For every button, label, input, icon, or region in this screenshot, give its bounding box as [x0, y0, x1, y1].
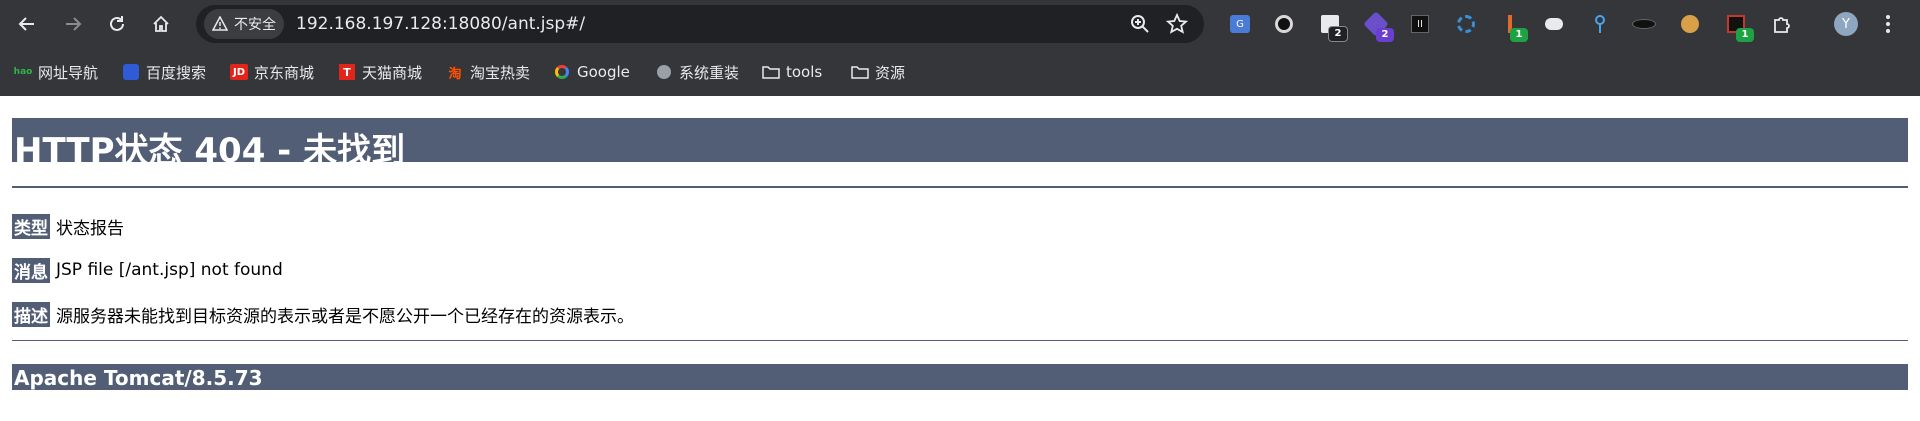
- info-label: 描述: [12, 301, 50, 327]
- bookmark-label: tools: [786, 63, 823, 81]
- info-label: 类型: [12, 213, 50, 239]
- bookmark-star-icon[interactable]: [1165, 12, 1189, 39]
- bookmark-reinstall[interactable]: 系统重装: [655, 59, 739, 85]
- info-row-description: 描述 源服务器未能找到目标资源的表示或者是不愿公开一个已经存在的资源表示。: [12, 301, 634, 327]
- info-value: 状态报告: [56, 218, 124, 239]
- bookmark-label: 系统重装: [679, 63, 740, 82]
- warning-icon: [212, 16, 228, 31]
- shield-extension-icon[interactable]: 2: [1363, 11, 1394, 42]
- folder-icon: [851, 63, 869, 81]
- divider: [12, 186, 1908, 188]
- reload-icon: [110, 16, 124, 31]
- puzzle-tile-extension-icon[interactable]: 2: [1318, 12, 1348, 42]
- page-title-bar: HTTP状态 404 - 未找到: [12, 118, 1908, 171]
- address-bar[interactable]: 不安全 192.168.197.128:18080/ant.jsp#/: [196, 5, 1204, 43]
- tmall-icon: T: [338, 63, 356, 81]
- forward-arrow-icon: [66, 17, 82, 31]
- bookmark-label: 淘宝热卖: [470, 63, 531, 82]
- back-arrow-icon: [18, 17, 34, 31]
- bookmarks-bar: hao 网址导航 百度搜索 JD 京东商城 T 天猫商城 淘 淘宝热卖 Goog…: [0, 48, 1920, 96]
- hat-extension-icon[interactable]: [1632, 12, 1656, 36]
- extension-badge: 2: [1328, 26, 1348, 42]
- bookmark-tmall[interactable]: T 天猫商城: [338, 59, 422, 85]
- cloud-extension-icon[interactable]: [1542, 12, 1566, 36]
- home-icon: [153, 15, 169, 32]
- security-chip[interactable]: 不安全: [204, 9, 284, 39]
- bookmark-label: Google: [577, 63, 630, 81]
- bookmark-google[interactable]: Google: [553, 59, 630, 85]
- hao-icon: hao: [13, 67, 33, 77]
- bookmark-folder-tools[interactable]: tools: [762, 59, 822, 85]
- jd-icon: JD: [230, 63, 248, 81]
- bookmark-label: 网址导航: [38, 63, 99, 82]
- extension-badge: 1: [1510, 28, 1528, 42]
- security-label: 不安全: [234, 17, 276, 33]
- info-label: 消息: [12, 257, 50, 283]
- menu-kebab-icon[interactable]: [1876, 12, 1900, 36]
- taobao-icon: 淘: [448, 66, 462, 82]
- info-value: 源服务器未能找到目标资源的表示或者是不愿公开一个已经存在的资源表示。: [56, 306, 634, 327]
- zoom-icon[interactable]: [1130, 14, 1150, 38]
- page-title: HTTP状态 404 - 未找到: [14, 131, 406, 171]
- page-content: HTTP状态 404 - 未找到 类型 状态报告 消息 JSP file [/a…: [0, 96, 1920, 421]
- forward-button[interactable]: [58, 9, 88, 39]
- bookmark-jd[interactable]: JD 京东商城: [230, 59, 314, 85]
- info-value: JSP file [/ant.jsp] not found: [56, 260, 283, 280]
- fork-extension-icon[interactable]: 1: [1498, 12, 1528, 42]
- google-icon: [553, 63, 571, 81]
- baidu-icon: [122, 63, 140, 81]
- bookmark-label: 百度搜索: [146, 63, 207, 82]
- translate-extension-icon[interactable]: G: [1228, 12, 1252, 36]
- gear-extension-icon[interactable]: [1454, 12, 1478, 36]
- extension-badge: 1: [1736, 28, 1754, 42]
- bookmark-folder-resources[interactable]: 资源: [851, 59, 905, 85]
- cookie-extension-icon[interactable]: [1678, 12, 1702, 36]
- bookmark-label: 天猫商城: [362, 63, 423, 82]
- bookmark-label: 资源: [875, 63, 906, 82]
- info-row-type: 类型 状态报告: [12, 213, 124, 239]
- extension-badge: 2: [1376, 28, 1394, 42]
- info-row-message: 消息 JSP file [/ant.jsp] not found: [12, 257, 283, 283]
- server-footer-bar: Apache Tomcat/8.5.73: [12, 364, 1908, 390]
- bookmark-hao[interactable]: hao 网址导航: [14, 59, 98, 85]
- bookmark-label: 京东商城: [254, 63, 315, 82]
- bookmark-taobao[interactable]: 淘 淘宝热卖: [446, 59, 530, 85]
- profile-avatar[interactable]: Y: [1834, 12, 1858, 36]
- folder-icon: [762, 63, 780, 81]
- back-button[interactable]: [12, 9, 42, 39]
- home-button[interactable]: [146, 9, 176, 39]
- globe-icon: [655, 63, 673, 81]
- reload-button[interactable]: [102, 9, 132, 39]
- terminal-extension-icon[interactable]: 1: [1724, 12, 1754, 42]
- dark-square-extension-icon[interactable]: II: [1408, 12, 1432, 36]
- circle-extension-icon[interactable]: [1272, 12, 1296, 36]
- divider: [12, 340, 1908, 341]
- url-text[interactable]: 192.168.197.128:18080/ant.jsp#/: [296, 14, 585, 34]
- extensions-puzzle-icon[interactable]: [1770, 12, 1794, 36]
- server-version: Apache Tomcat/8.5.73: [14, 366, 263, 390]
- pin-extension-icon[interactable]: [1588, 12, 1612, 36]
- bookmark-baidu[interactable]: 百度搜索: [122, 59, 206, 85]
- browser-toolbar: 不安全 192.168.197.128:18080/ant.jsp#/ G 2 …: [0, 0, 1920, 48]
